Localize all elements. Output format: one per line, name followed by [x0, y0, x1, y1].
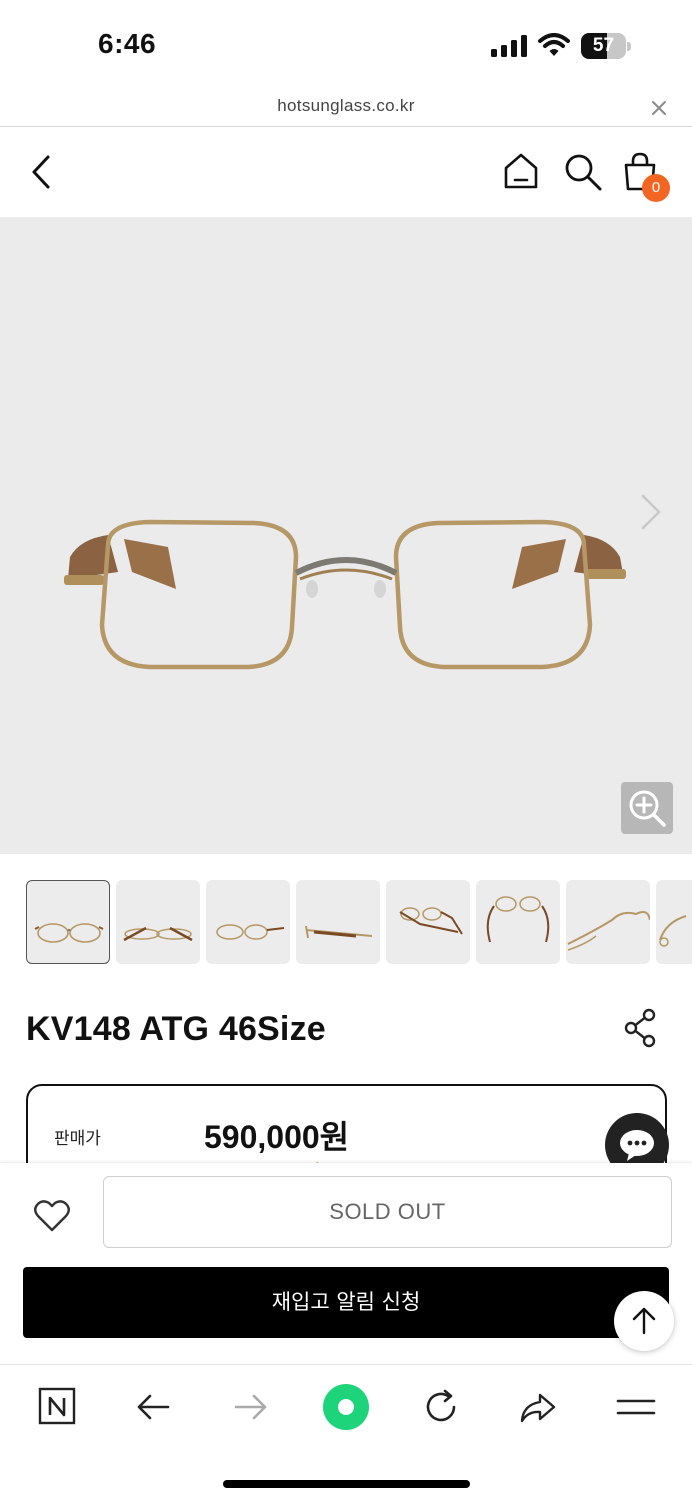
back-icon[interactable] [26, 152, 58, 192]
product-image [64, 519, 626, 670]
thumbnail-7[interactable] [566, 880, 650, 964]
share-arrow-icon[interactable] [516, 1385, 560, 1429]
forward-arrow-icon[interactable] [228, 1385, 272, 1429]
reload-icon[interactable] [420, 1385, 464, 1429]
battery-icon: 57 [581, 33, 631, 59]
cart-count-badge: 0 [642, 174, 670, 202]
zoom-in-icon [629, 790, 666, 827]
price-label: 판매가 [54, 1129, 101, 1148]
browser-toolbar [0, 1364, 692, 1500]
sale-price: 590,000원 [204, 1119, 350, 1155]
status-time: 6:46 [98, 28, 157, 59]
url-bar[interactable]: hotsunglass.co.kr [0, 90, 692, 127]
thumbnail-6[interactable] [476, 880, 560, 964]
site-header [0, 127, 692, 217]
green-dot-icon[interactable] [322, 1383, 370, 1431]
thumbnail-8[interactable] [656, 880, 692, 964]
thumbnail-1[interactable] [26, 880, 110, 964]
share-icon[interactable] [622, 1008, 658, 1048]
home-icon[interactable] [502, 151, 540, 191]
menu-icon[interactable] [614, 1385, 658, 1429]
battery-level: 57 [592, 35, 615, 56]
purchase-action-bar: SOLD OUT 재입고 알림 신청 [0, 1163, 692, 1364]
product-image-gallery[interactable] [0, 217, 692, 854]
home-indicator [223, 1480, 470, 1488]
zoom-button[interactable] [621, 782, 673, 834]
close-icon[interactable] [650, 99, 668, 117]
chevron-right-icon[interactable] [640, 492, 662, 532]
arrow-up-icon [632, 1307, 656, 1335]
thumbnail-strip[interactable] [26, 880, 692, 964]
heart-icon[interactable] [32, 1196, 72, 1236]
thumbnail-5[interactable] [386, 880, 470, 964]
sold-out-button[interactable]: SOLD OUT [103, 1176, 672, 1248]
thumbnail-2[interactable] [116, 880, 200, 964]
status-bar: 6:46 57 [0, 0, 692, 90]
thumbnail-3[interactable] [206, 880, 290, 964]
naver-icon[interactable] [36, 1385, 80, 1429]
scroll-to-top-button[interactable] [614, 1291, 674, 1351]
wifi-icon [538, 33, 570, 56]
restock-alert-button[interactable]: 재입고 알림 신청 [23, 1267, 669, 1338]
back-arrow-icon[interactable] [132, 1385, 176, 1429]
signal-icon [491, 35, 527, 57]
url-text[interactable]: hotsunglass.co.kr [0, 96, 692, 116]
thumbnail-4[interactable] [296, 880, 380, 964]
search-icon[interactable] [562, 151, 604, 193]
product-title: KV148 ATG 46Size [26, 1010, 326, 1048]
